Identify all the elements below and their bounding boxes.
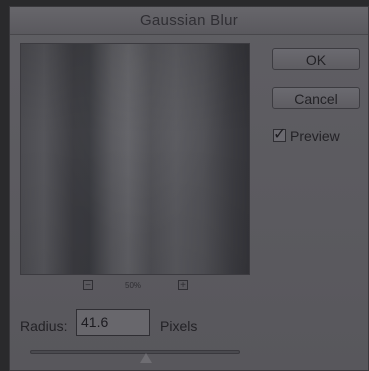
zoom-controls: − 50% + (20, 280, 250, 294)
ok-button[interactable]: OK (272, 48, 360, 70)
radius-input[interactable]: 41.6 (76, 309, 150, 336)
preview-label: Preview (290, 128, 340, 144)
preview-checkbox[interactable]: ✓ (273, 126, 286, 143)
cancel-button[interactable]: Cancel (272, 87, 360, 109)
dialog-title: Gaussian Blur (139, 12, 239, 29)
radius-slider-track[interactable] (30, 350, 240, 354)
zoom-level: 50% (125, 281, 142, 290)
gaussian-blur-dialog: Gaussian Blur − 50% + OK Cancel ✓ Previe… (9, 6, 369, 371)
checkmark-icon: ✓ (273, 126, 287, 143)
blurred-preview-image (21, 44, 249, 274)
preview-image-frame[interactable] (20, 43, 250, 275)
zoom-out-button[interactable]: − (83, 280, 93, 291)
unit-label: Pixels (160, 318, 198, 334)
radius-slider-thumb[interactable] (139, 353, 152, 363)
zoom-in-button[interactable]: + (178, 280, 188, 291)
title-bar[interactable]: Gaussian Blur (10, 7, 368, 35)
radius-label: Radius: (20, 318, 68, 334)
